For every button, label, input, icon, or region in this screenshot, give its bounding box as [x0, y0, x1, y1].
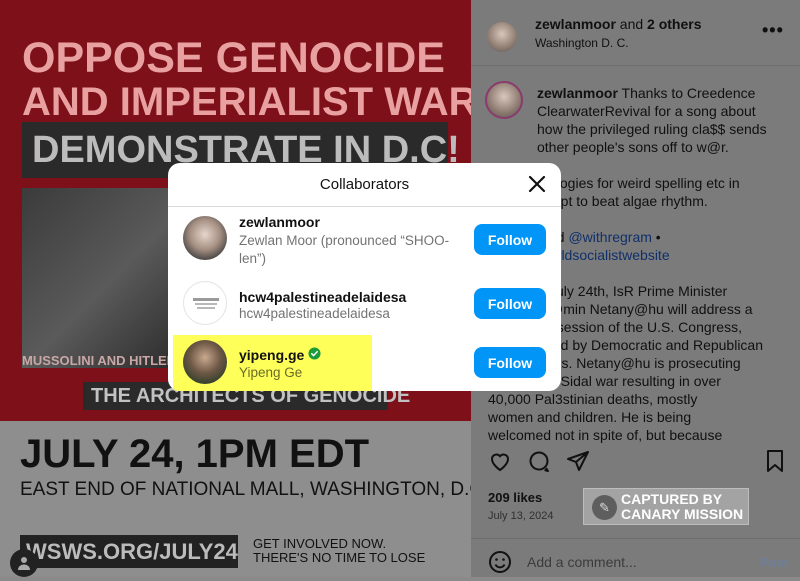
caption-bullet: • — [651, 229, 661, 245]
follow-button[interactable]: Follow — [474, 224, 546, 255]
author-avatar[interactable] — [487, 22, 517, 52]
caption-link-wsws[interactable]: orldsocialistwebsite — [549, 247, 670, 263]
post-date: July 13, 2024 — [488, 510, 554, 522]
emoji-icon[interactable] — [488, 550, 512, 574]
author-handle[interactable]: zewlanmoor — [535, 16, 616, 32]
collaborators-dialog: Collaborators zewlanmoor Zewlan Moor (pr… — [168, 163, 561, 391]
share-icon[interactable] — [566, 449, 590, 473]
caption-line: July 24th, IsR Prime Minister — [549, 283, 728, 299]
collaborator-handle[interactable]: yipeng.ge — [239, 347, 304, 363]
caption-line: 40,000 Pal3stinian deaths, mostly — [488, 391, 698, 407]
collaborator-name: hcw4palestineadelaidesa — [239, 306, 390, 321]
caption-line: welcomed not in spite of, but because — [488, 427, 723, 443]
poster-date: JULY 24, 1PM EDT — [20, 432, 370, 476]
watermark-text: CAPTURED BY CANARY MISSION — [621, 492, 743, 522]
poster-place: EAST END OF NATIONAL MALL, WASHINGTON, D… — [20, 479, 489, 500]
caption-p4-cont: 40,000 Pal3stinian deaths, mostly women … — [488, 390, 777, 444]
poster-involved: GET INVOLVED NOW. THERE'S NO TIME TO LOS… — [253, 537, 425, 565]
avatar-logo — [193, 298, 219, 309]
close-icon[interactable] — [526, 173, 548, 195]
caption-p3: ed @withregram • orldsocialistwebsite — [537, 228, 777, 264]
caption-p2: ologies for weird spelling etc in mpt to… — [537, 174, 777, 210]
caption-p4: July 24th, IsR Prime Minister @min Netan… — [537, 282, 777, 390]
caption-line: ted by Democratic and Republican — [549, 337, 764, 353]
bookmark-icon[interactable] — [763, 449, 787, 473]
caption-text-2a: ologies for weird spelling etc in — [549, 175, 740, 191]
collaborators-link[interactable]: 2 others — [647, 16, 701, 32]
tagged-users-icon[interactable] — [10, 549, 38, 577]
watermark-line-2: CANARY MISSION — [621, 506, 744, 522]
post-comment-button[interactable]: Post — [760, 555, 788, 570]
more-options-icon[interactable]: ••• — [762, 20, 784, 41]
caption-text-2b: mpt to beat algae rhythm. — [549, 193, 708, 209]
avatar[interactable] — [183, 281, 227, 325]
comment-divider — [471, 538, 800, 539]
caption-author-avatar[interactable] — [485, 81, 523, 119]
post-location[interactable]: Washington D. C. — [535, 36, 629, 50]
canary-logo-icon: ✎ — [592, 495, 617, 520]
involved-line-1: GET INVOLVED NOW. — [253, 536, 387, 551]
poster-headline-2: AND IMPERIALIST WAR! — [22, 80, 491, 124]
poster-url: WSWS.ORG/JULY24 — [20, 535, 238, 568]
comment-icon[interactable] — [527, 449, 551, 473]
verified-badge-icon — [308, 347, 321, 360]
likes-count[interactable]: 209 likes — [488, 490, 542, 505]
post-caption: zewlanmoor Thanks to Creedence Clearwate… — [488, 84, 777, 444]
caption-line: women and children. He is being — [488, 409, 692, 425]
collaborator-name: Yipeng Ge — [239, 365, 303, 380]
poster-photo-caption: MUSSOLINI AND HITLER — [22, 353, 177, 368]
caption-link-withregram[interactable]: @withregram — [568, 229, 651, 245]
post-authors[interactable]: zewlanmoor and 2 others — [535, 16, 702, 32]
caption-p1: zewlanmoor Thanks to Creedence Clearwate… — [537, 84, 777, 156]
caption-line: t session of the U.S. Congress, — [549, 319, 742, 335]
caption-line: 0 Sidal war resulting in over — [549, 373, 721, 389]
follow-button[interactable]: Follow — [474, 288, 546, 319]
comment-input[interactable] — [527, 554, 747, 570]
watermark: ✎ CAPTURED BY CANARY MISSION — [583, 488, 749, 525]
collaborator-handle[interactable]: zewlanmoor — [239, 214, 320, 230]
caption-line: ers. Netany@hu is prosecuting — [549, 355, 741, 371]
collaborator-name: Zewlan Moor (pronounced “SHOO-len”) — [239, 233, 450, 266]
avatar[interactable] — [183, 216, 227, 260]
header-divider — [471, 65, 800, 66]
involved-line-2: THERE'S NO TIME TO LOSE — [253, 550, 426, 565]
dialog-divider — [168, 206, 561, 207]
poster-headline-1: OPPOSE GENOCIDE — [22, 34, 445, 82]
dialog-title: Collaborators — [319, 176, 410, 193]
follow-button[interactable]: Follow — [474, 347, 546, 378]
caption-line: @min Netany@hu will address a — [549, 301, 753, 317]
caption-author[interactable]: zewlanmoor — [537, 85, 618, 101]
heart-icon[interactable] — [488, 449, 512, 473]
avatar[interactable] — [183, 340, 227, 384]
authors-joiner: and — [615, 16, 648, 32]
watermark-line-1: CAPTURED BY — [621, 491, 723, 507]
collaborator-handle[interactable]: hcw4palestineadelaidesa — [239, 289, 406, 305]
